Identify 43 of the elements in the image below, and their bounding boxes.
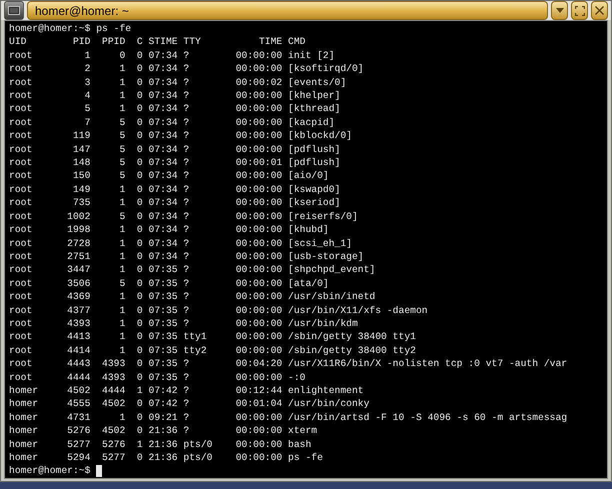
terminal-line: root 4413 1 0 07:35 tty1 00:00:00 /sbin/getty 38400 tty1 (9, 330, 416, 344)
terminal-line: root 147 5 0 07:34 ? 00:00:00 [pdflush] (9, 142, 340, 156)
terminal-line: homer 4502 4444 1 07:42 ? 00:12:44 enlightenment (9, 384, 364, 398)
close-icon (595, 6, 604, 15)
terminal-line: root 4443 4393 0 07:35 ? 00:04:20 /usr/X11R6/bin/X -nolisten tcp :0 vt7 -auth /var (9, 357, 568, 371)
terminal-line: root 4377 1 0 07:35 ? 00:00:00 /usr/bin/X11/xfs -daemon (9, 304, 428, 317)
minimize-button[interactable] (551, 1, 568, 20)
terminal-line: homer 4555 4502 0 07:42 ? 00:01:04 /usr/bin/conky (9, 397, 370, 411)
terminal-line: root 7 5 0 07:34 ? 00:00:00 [kacpid] (9, 116, 335, 130)
terminal-line: root 1 0 0 07:34 ? 00:00:00 init [2] (9, 48, 335, 62)
window-title: homer@homer: ~ (35, 4, 129, 16)
caret-icon (556, 8, 564, 13)
terminal-line: homer 5294 5277 0 21:36 pts/0 00:00:00 ps -fe (9, 451, 323, 464)
terminal-line: root 4393 1 0 07:35 ? 00:00:00 /usr/bin/kdm (9, 316, 358, 330)
monitor-icon (8, 6, 20, 16)
maximize-icon (574, 6, 584, 16)
terminal-line: UID PID PPID C STIME TTY TIME CMD (9, 35, 306, 49)
terminal-line: root 5 1 0 07:34 ? 00:00:00 [kthread] (9, 102, 340, 116)
terminal-line: root 150 5 0 07:34 ? 00:00:00 [aio/0] (9, 169, 329, 183)
close-button[interactable] (591, 1, 608, 20)
terminal-line: root 2728 1 0 07:34 ? 00:00:00 [scsi_eh_1] (9, 236, 352, 250)
terminal-line: root 4444 4393 0 07:35 ? 00:00:00 -:0 (9, 370, 306, 384)
terminal-line: root 119 5 0 07:34 ? 00:00:00 [kblockd/0] (9, 129, 352, 143)
maximize-button[interactable] (571, 1, 588, 20)
terminal-line: root 1998 1 0 07:34 ? 00:00:00 [khubd] (9, 223, 329, 236)
terminal-line: homer 4731 1 0 09:21 ? 00:00:00 /usr/bin/artsd -F 10 -S 4096 -s 60 -m artsmessag (9, 410, 568, 424)
window-menu-button[interactable] (4, 1, 24, 20)
terminal-line: root 3 1 0 07:34 ? 00:00:02 [events/0] (9, 76, 346, 90)
shell-prompt: homer@homer:~$ (9, 464, 92, 478)
terminal-line: root 149 1 0 07:34 ? 00:00:00 [kswapd0] (9, 182, 340, 196)
terminal-line: root 4369 1 0 07:35 ? 00:00:00 /usr/sbin/inetd (9, 290, 376, 304)
terminal-line: root 4 1 0 07:34 ? 00:00:00 [khelper] (9, 89, 340, 102)
terminal-line: root 4414 1 0 07:35 tty2 00:00:00 /sbin/getty 38400 tty2 (9, 344, 416, 358)
terminal-line: root 148 5 0 07:34 ? 00:00:01 [pdflush] (9, 156, 340, 170)
terminal-line: homer 5277 5276 1 21:36 pts/0 00:00:00 bash (9, 438, 312, 451)
terminal-line: root 2751 1 0 07:34 ? 00:00:00 [usb-storage] (9, 250, 364, 264)
terminal-line: root 1002 5 0 07:34 ? 00:00:00 [reiserfs/0] (9, 210, 358, 224)
terminal-line: root 2 1 0 07:34 ? 00:00:00 [ksoftirqd/0] (9, 62, 364, 76)
terminal-line: homer 5276 4502 0 21:36 ? 00:00:00 xterm (9, 424, 318, 438)
terminal-line: root 735 1 0 07:34 ? 00:00:00 [kseriod] (9, 196, 340, 210)
terminal-line: root 3506 5 0 07:35 ? 00:00:00 [ata/0] (9, 276, 329, 290)
terminal-line: root 3447 1 0 07:35 ? 00:00:00 [shpchpd_event] (9, 263, 376, 277)
terminal-line: homer@homer:~$ ps -fe (9, 22, 132, 36)
